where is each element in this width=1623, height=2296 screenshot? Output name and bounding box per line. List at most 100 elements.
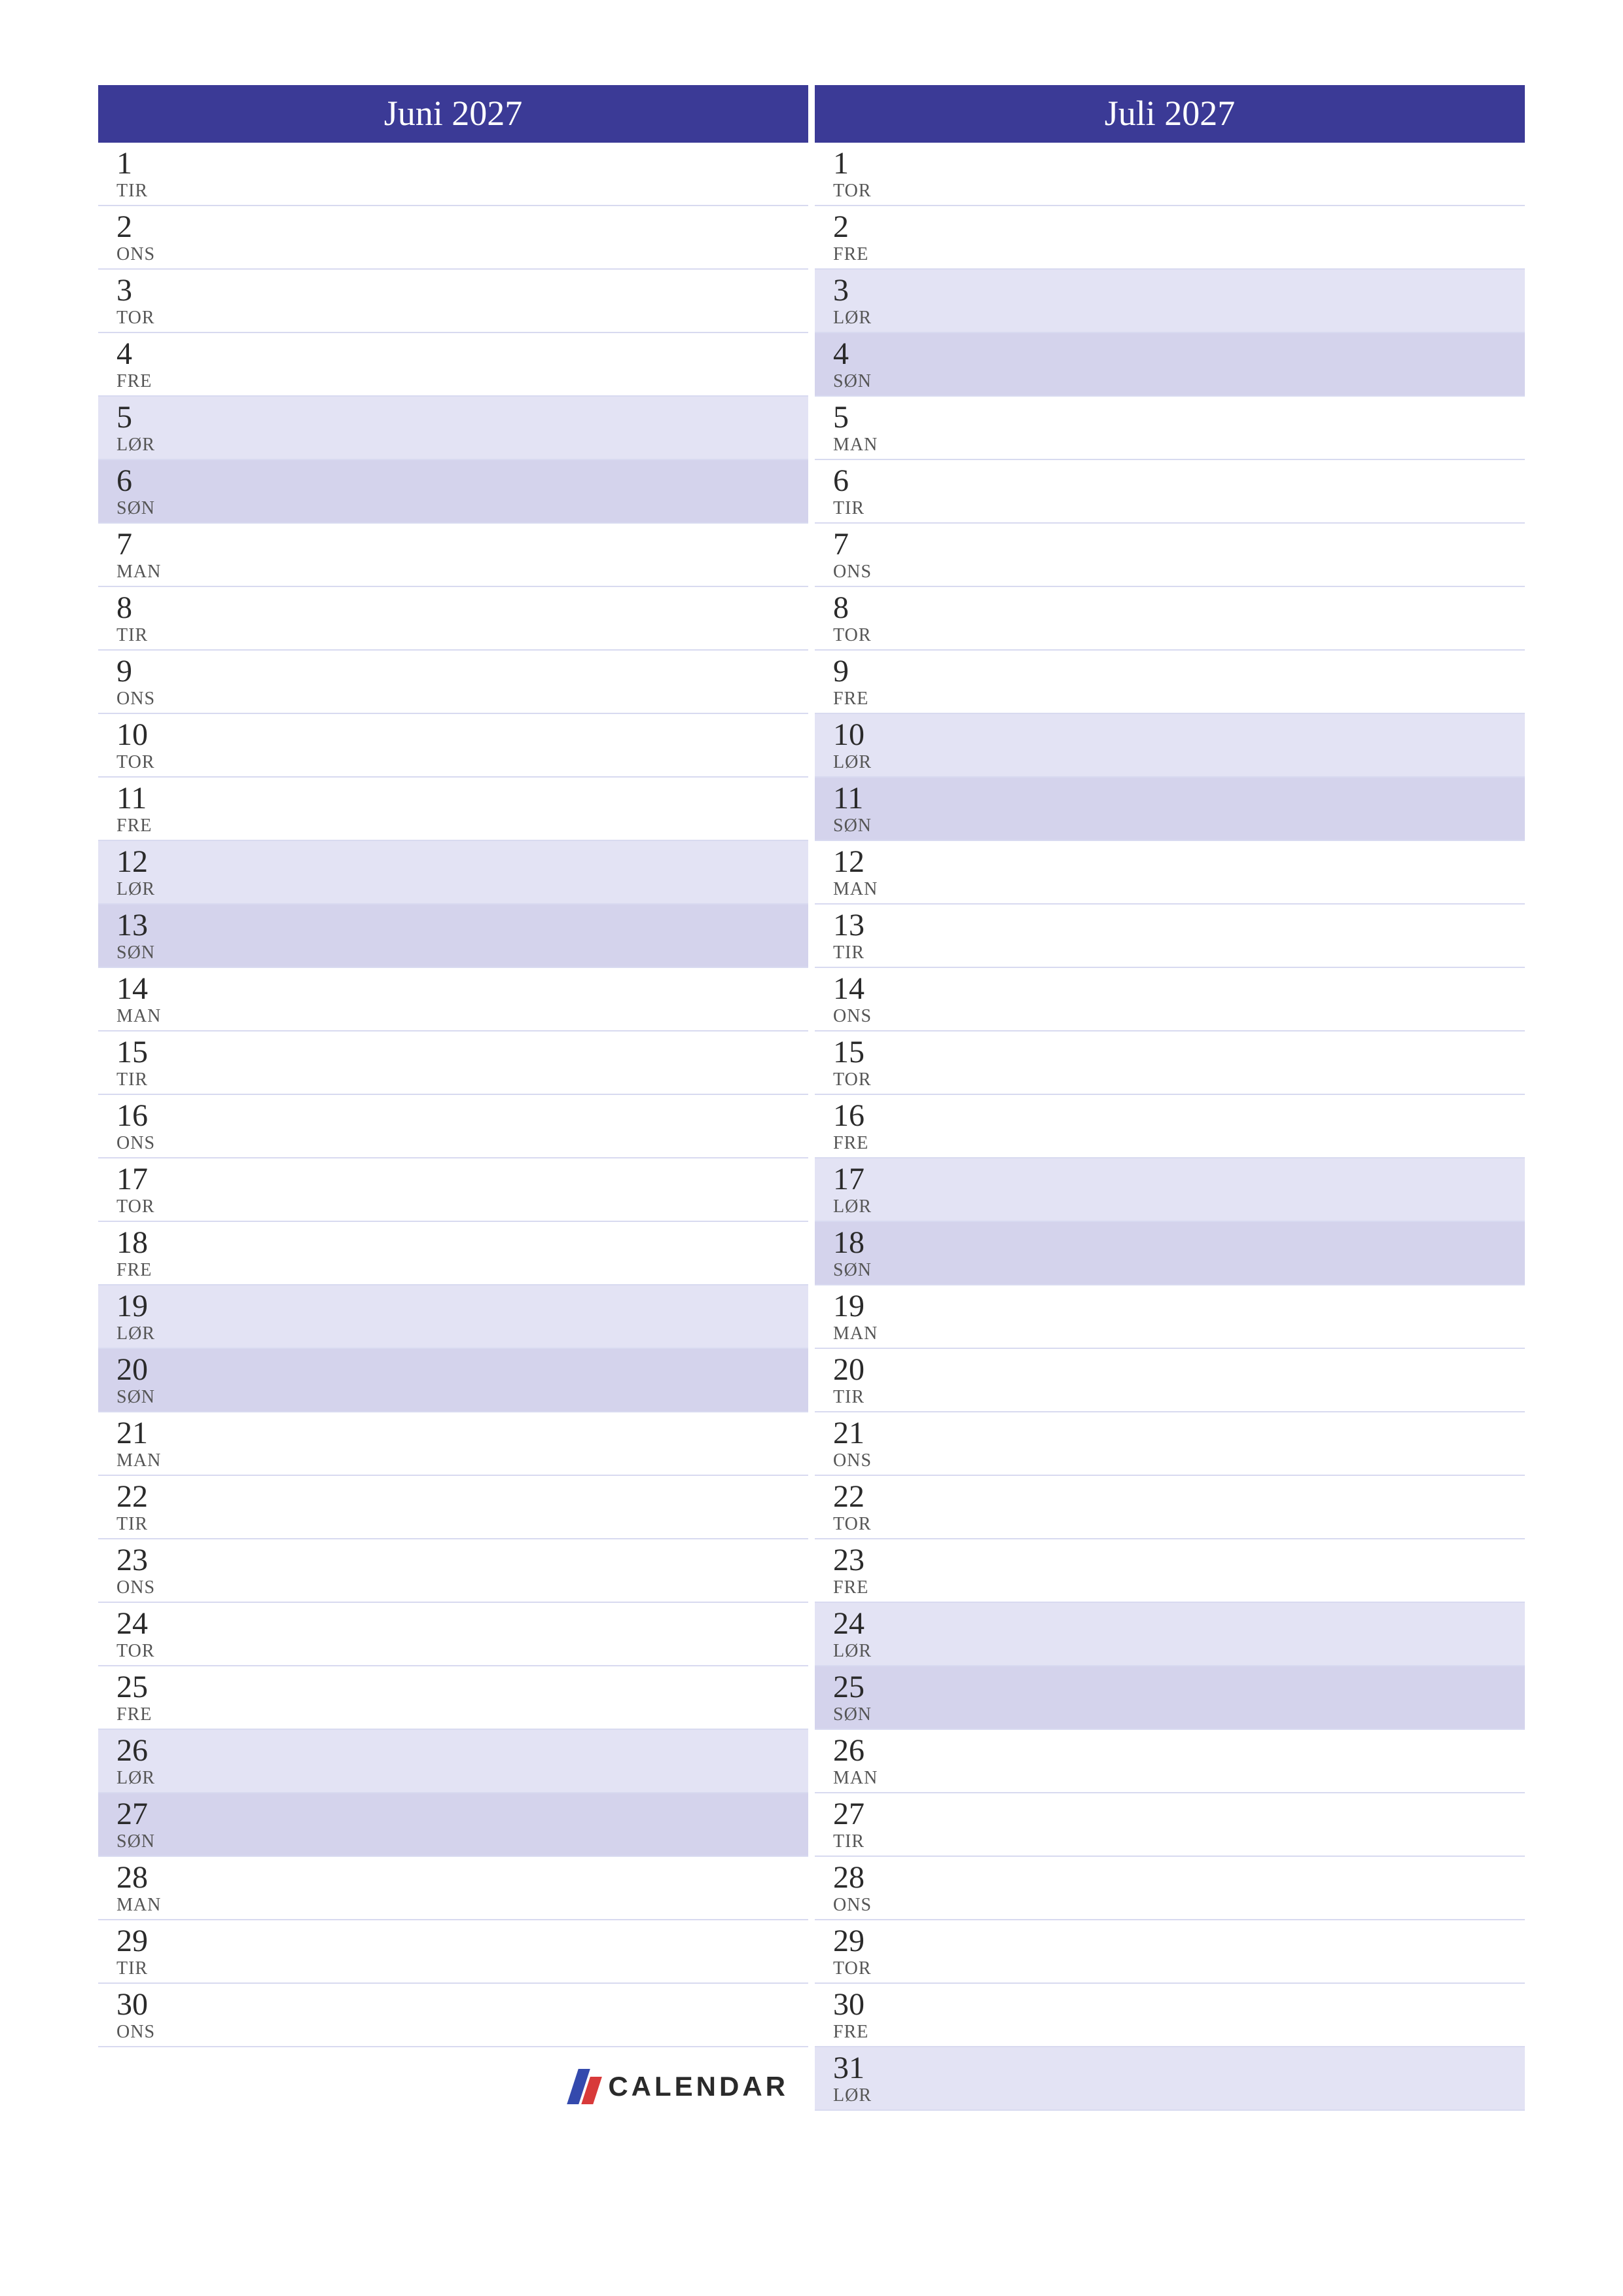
day-name: MAN (833, 435, 1525, 456)
day-row: 17LØR (815, 1158, 1525, 1222)
day-row: 4SØN (815, 333, 1525, 397)
day-row: 23ONS (98, 1539, 808, 1603)
day-number: 3 (833, 275, 1525, 306)
day-name: ONS (833, 1006, 1525, 1027)
day-number: 19 (116, 1291, 808, 1322)
day-number: 13 (116, 910, 808, 941)
day-name: SØN (833, 371, 1525, 392)
day-row: 8TIR (98, 587, 808, 651)
day-name: ONS (116, 1577, 808, 1598)
day-name: LØR (116, 435, 808, 456)
day-number: 19 (833, 1291, 1525, 1322)
day-row: 28ONS (815, 1857, 1525, 1920)
day-name: TIR (833, 1387, 1525, 1408)
day-name: MAN (833, 1323, 1525, 1344)
day-number: 8 (116, 592, 808, 624)
day-name: MAN (116, 1450, 808, 1471)
day-row: 15TOR (815, 1031, 1525, 1095)
day-row: 15TIR (98, 1031, 808, 1095)
day-name: MAN (833, 1768, 1525, 1789)
day-row: 20TIR (815, 1349, 1525, 1412)
day-number: 12 (116, 846, 808, 878)
day-number: 30 (116, 1989, 808, 2020)
day-name: FRE (833, 1133, 1525, 1154)
day-row: 20SØN (98, 1349, 808, 1412)
day-number: 16 (833, 1100, 1525, 1132)
day-name: TIR (116, 1514, 808, 1535)
day-name: TIR (833, 1831, 1525, 1852)
day-name: SØN (833, 1704, 1525, 1725)
day-row: 6TIR (815, 460, 1525, 524)
day-row: 25SØN (815, 1666, 1525, 1730)
day-number: 14 (116, 973, 808, 1005)
day-row: 30FRE (815, 1984, 1525, 2047)
day-name: ONS (116, 2022, 808, 2043)
day-row: 4FRE (98, 333, 808, 397)
day-name: TIR (833, 498, 1525, 519)
day-name: SØN (116, 942, 808, 963)
day-name: FRE (116, 1260, 808, 1281)
day-name: TOR (833, 181, 1525, 202)
day-number: 25 (833, 1672, 1525, 1703)
day-row: 28MAN (98, 1857, 808, 1920)
day-number: 8 (833, 592, 1525, 624)
day-row: 1TIR (98, 143, 808, 206)
day-number: 26 (116, 1735, 808, 1767)
day-number: 5 (833, 402, 1525, 433)
day-row: 7MAN (98, 524, 808, 587)
days-list-july: 1TOR2FRE3LØR4SØN5MAN6TIR7ONS8TOR9FRE10LØ… (815, 143, 1525, 2111)
day-row: 29TOR (815, 1920, 1525, 1984)
day-number: 27 (833, 1799, 1525, 1830)
day-number: 2 (116, 211, 808, 243)
day-row: 2FRE (815, 206, 1525, 270)
day-row: 10TOR (98, 714, 808, 778)
day-row: 3TOR (98, 270, 808, 333)
day-name: SØN (833, 816, 1525, 836)
day-row: 16FRE (815, 1095, 1525, 1158)
day-row: 9FRE (815, 651, 1525, 714)
day-number: 31 (833, 2053, 1525, 2084)
day-name: LØR (833, 1196, 1525, 1217)
day-row: 19MAN (815, 1285, 1525, 1349)
day-name: TIR (116, 625, 808, 646)
day-name: LØR (833, 308, 1525, 329)
day-number: 20 (116, 1354, 808, 1386)
day-row: 12LØR (98, 841, 808, 905)
day-row: 13SØN (98, 905, 808, 968)
day-name: LØR (116, 1323, 808, 1344)
day-number: 6 (833, 465, 1525, 497)
day-row: 17TOR (98, 1158, 808, 1222)
day-number: 2 (833, 211, 1525, 243)
day-number: 20 (833, 1354, 1525, 1386)
day-name: ONS (833, 1895, 1525, 1916)
calendar-container: Juni 2027 1TIR2ONS3TOR4FRE5LØR6SØN7MAN8T… (98, 85, 1525, 2111)
month-column-july: Juli 2027 1TOR2FRE3LØR4SØN5MAN6TIR7ONS8T… (815, 85, 1525, 2111)
day-name: ONS (833, 1450, 1525, 1471)
day-number: 5 (116, 402, 808, 433)
day-name: LØR (833, 752, 1525, 773)
day-row: 18FRE (98, 1222, 808, 1285)
day-name: FRE (116, 816, 808, 836)
day-name: TOR (116, 1196, 808, 1217)
day-name: SØN (116, 1831, 808, 1852)
day-number: 24 (116, 1608, 808, 1640)
day-number: 9 (116, 656, 808, 687)
day-name: MAN (833, 879, 1525, 900)
logo-cell: CALENDAR (98, 2047, 808, 2111)
day-name: FRE (833, 244, 1525, 265)
day-row: 5MAN (815, 397, 1525, 460)
month-header: Juni 2027 (98, 85, 808, 143)
day-number: 10 (116, 719, 808, 751)
day-number: 22 (833, 1481, 1525, 1513)
day-row: 9ONS (98, 651, 808, 714)
day-number: 30 (833, 1989, 1525, 2020)
day-name: ONS (116, 689, 808, 709)
day-name: TOR (116, 752, 808, 773)
day-row: 13TIR (815, 905, 1525, 968)
day-row: 29TIR (98, 1920, 808, 1984)
day-number: 10 (833, 719, 1525, 751)
day-name: ONS (833, 562, 1525, 583)
day-number: 22 (116, 1481, 808, 1513)
day-number: 24 (833, 1608, 1525, 1640)
day-row: 3LØR (815, 270, 1525, 333)
